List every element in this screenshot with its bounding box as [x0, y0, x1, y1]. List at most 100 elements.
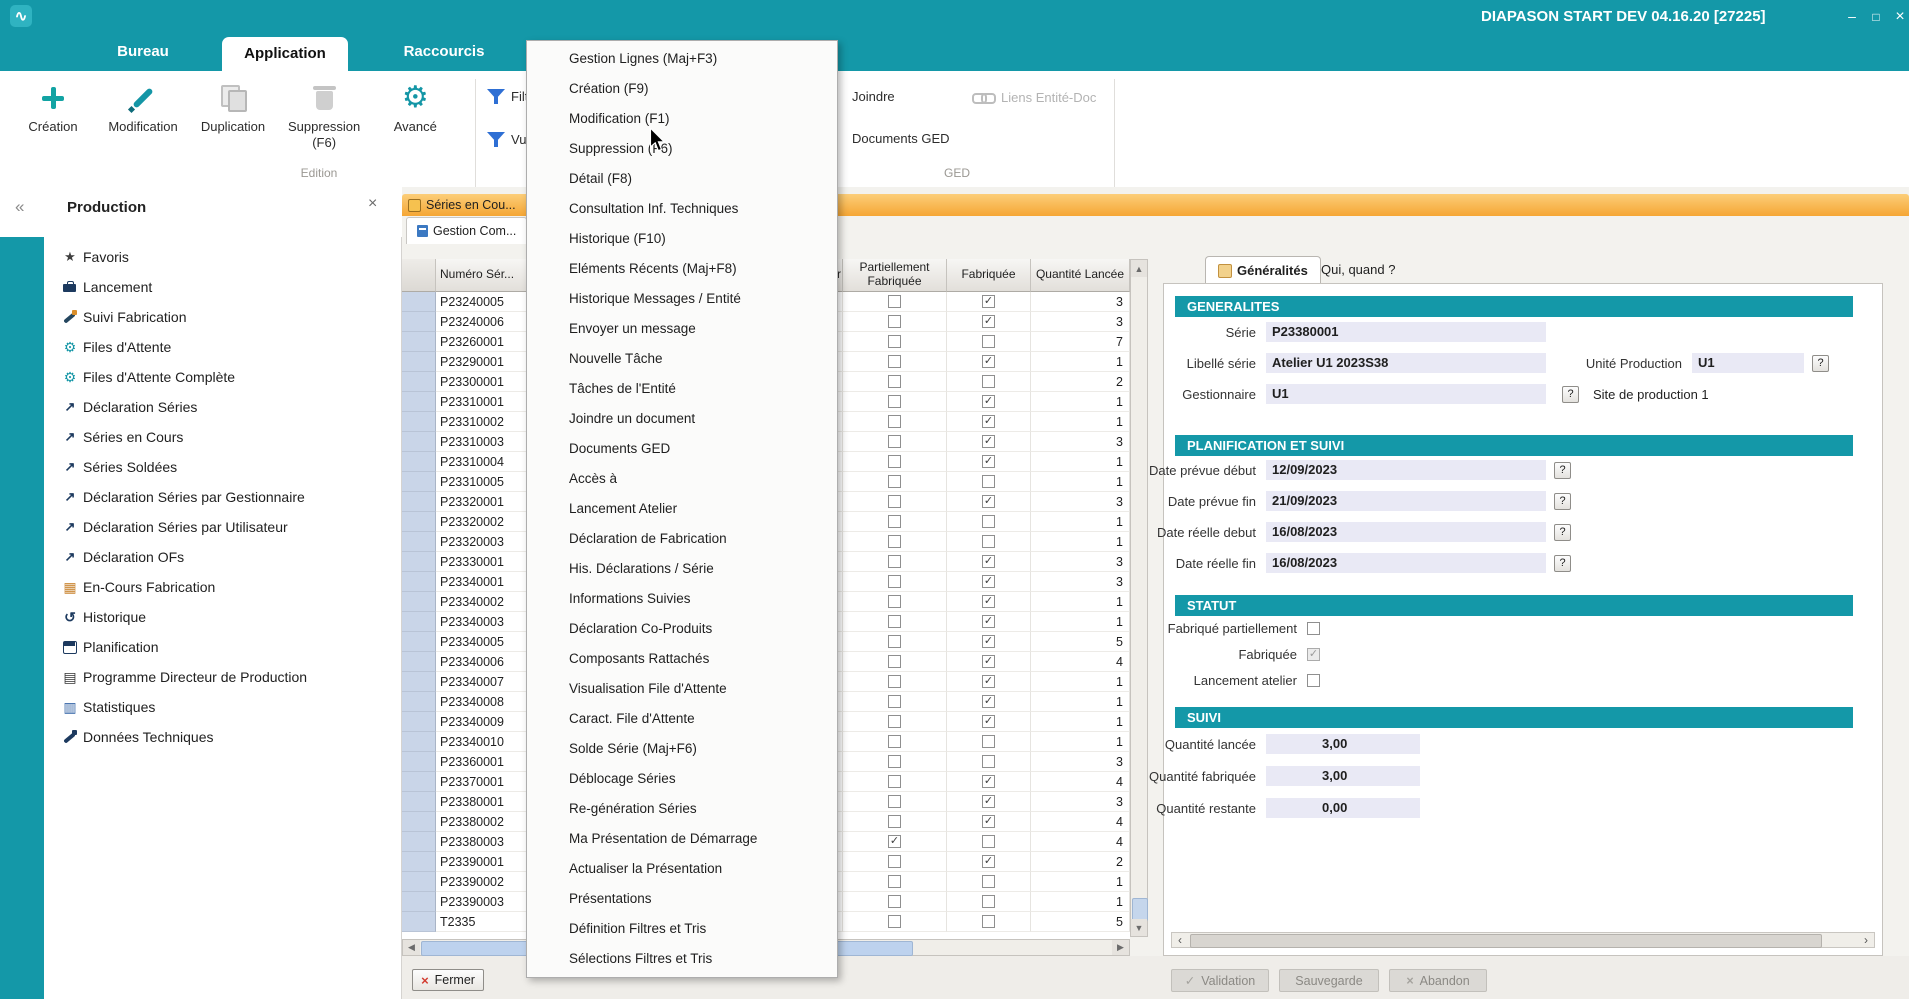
row-gutter[interactable] — [402, 312, 436, 332]
tree-item[interactable]: Séries Soldées — [44, 452, 401, 482]
cell-partiellement[interactable] — [843, 692, 947, 712]
row-gutter[interactable] — [402, 612, 436, 632]
context-menu-item[interactable]: Modification (F1) — [530, 104, 834, 134]
fabriquee-checkbox[interactable] — [982, 735, 995, 748]
panel-horizontal-scrollbar[interactable] — [1171, 932, 1875, 948]
fabriquee-checkbox[interactable] — [982, 315, 995, 328]
partiellement-checkbox[interactable] — [888, 595, 901, 608]
tree-item[interactable]: Programme Directeur de Production — [44, 662, 401, 692]
abandon-button[interactable]: Abandon — [1389, 969, 1487, 992]
context-menu-item[interactable]: Lancement Atelier — [530, 494, 834, 524]
cell-fabriquee[interactable] — [947, 492, 1031, 512]
partiellement-checkbox[interactable] — [888, 875, 901, 888]
row-gutter[interactable] — [402, 712, 436, 732]
toolbar-button[interactable]: Modification — [98, 77, 188, 151]
cell-numero-serie[interactable]: P23240006 — [436, 312, 527, 332]
tree-item[interactable]: Files d'Attente — [44, 332, 401, 362]
validation-button[interactable]: Validation — [1171, 969, 1269, 992]
cell-fabriquee[interactable] — [947, 532, 1031, 552]
partiellement-checkbox[interactable] — [888, 755, 901, 768]
fabriquee-checkbox[interactable] — [982, 595, 995, 608]
cell-fabriquee[interactable] — [947, 512, 1031, 532]
cell-numero-serie[interactable]: P23340006 — [436, 652, 527, 672]
tree-item[interactable]: Statistiques — [44, 692, 401, 722]
row-gutter[interactable] — [402, 372, 436, 392]
toolbar-button[interactable]: Avancé — [370, 77, 460, 151]
rail-icon[interactable] — [0, 392, 44, 438]
help-button[interactable]: ? — [1554, 493, 1571, 510]
cell-quantite[interactable]: 4 — [1031, 832, 1130, 852]
tree-item[interactable]: Lancement — [44, 272, 401, 302]
quantite-field[interactable]: 3,00 — [1266, 766, 1420, 786]
fabriquee-checkbox[interactable] — [982, 355, 995, 368]
sidebar-close-icon[interactable] — [368, 195, 377, 213]
documents-ged-button[interactable]: Documents GED — [852, 131, 950, 146]
fabriquee-checkbox[interactable] — [982, 715, 995, 728]
row-gutter[interactable] — [402, 872, 436, 892]
header-fabriquee[interactable]: Fabriquée — [947, 259, 1031, 292]
statut-checkbox[interactable] — [1307, 648, 1320, 661]
tree-item[interactable]: Files d'Attente Complète — [44, 362, 401, 392]
row-gutter[interactable] — [402, 432, 436, 452]
context-menu-item[interactable]: Informations Suivies — [530, 584, 834, 614]
statut-checkbox[interactable] — [1307, 674, 1320, 687]
close-icon[interactable] — [1889, 0, 1909, 33]
cell-numero-serie[interactable]: P23240005 — [436, 292, 527, 312]
fabriquee-checkbox[interactable] — [982, 415, 995, 428]
cell-numero-serie[interactable]: P23370001 — [436, 772, 527, 792]
fabriquee-checkbox[interactable] — [982, 915, 995, 928]
partiellement-checkbox[interactable] — [888, 775, 901, 788]
cell-partiellement[interactable] — [843, 532, 947, 552]
row-gutter[interactable] — [402, 452, 436, 472]
cell-partiellement[interactable] — [843, 812, 947, 832]
cell-partiellement[interactable] — [843, 912, 947, 932]
date-field[interactable]: 12/09/2023 — [1266, 460, 1546, 480]
cell-quantite[interactable]: 3 — [1031, 432, 1130, 452]
cell-numero-serie[interactable]: P23340002 — [436, 592, 527, 612]
partiellement-checkbox[interactable] — [888, 335, 901, 348]
cell-numero-serie[interactable]: P23310001 — [436, 392, 527, 412]
tree-item[interactable]: Suivi Fabrication — [44, 302, 401, 332]
cell-fabriquee[interactable] — [947, 752, 1031, 772]
cell-fabriquee[interactable] — [947, 712, 1031, 732]
cell-quantite[interactable]: 3 — [1031, 292, 1130, 312]
quantite-field[interactable]: 3,00 — [1266, 734, 1420, 754]
tab-generalites[interactable]: Généralités — [1205, 256, 1321, 284]
panel-scroll-thumb[interactable] — [1190, 934, 1822, 948]
help-button[interactable]: ? — [1554, 524, 1571, 541]
scroll-up-icon[interactable] — [1131, 260, 1147, 277]
scroll-right-icon[interactable] — [1112, 940, 1129, 955]
row-gutter[interactable] — [402, 912, 436, 932]
cell-fabriquee[interactable] — [947, 392, 1031, 412]
cell-numero-serie[interactable]: P23340007 — [436, 672, 527, 692]
context-menu-item[interactable]: Définition Filtres et Tris — [530, 914, 834, 944]
cell-quantite[interactable]: 5 — [1031, 912, 1130, 932]
maximize-icon[interactable] — [1865, 0, 1887, 33]
sauvegarde-button[interactable]: Sauvegarde — [1279, 969, 1379, 992]
partiellement-checkbox[interactable] — [888, 835, 901, 848]
partiellement-checkbox[interactable] — [888, 375, 901, 388]
fabriquee-checkbox[interactable] — [982, 555, 995, 568]
rail-icon[interactable] — [0, 526, 44, 572]
gestionnaire-field[interactable]: U1 — [1266, 384, 1546, 404]
row-gutter[interactable] — [402, 652, 436, 672]
cell-partiellement[interactable] — [843, 592, 947, 612]
cell-partiellement[interactable] — [843, 892, 947, 912]
context-menu-item[interactable]: Historique Messages / Entité — [530, 284, 834, 314]
cell-partiellement[interactable] — [843, 612, 947, 632]
context-menu-item[interactable]: Détail (F8) — [530, 164, 834, 194]
row-gutter[interactable] — [402, 832, 436, 852]
cell-numero-serie[interactable]: P23320001 — [436, 492, 527, 512]
fabriquee-checkbox[interactable] — [982, 675, 995, 688]
row-gutter[interactable] — [402, 852, 436, 872]
cell-quantite[interactable]: 1 — [1031, 412, 1130, 432]
partiellement-checkbox[interactable] — [888, 295, 901, 308]
tab-application[interactable]: Application — [222, 37, 348, 71]
date-field[interactable]: 16/08/2023 — [1266, 553, 1546, 573]
partiellement-checkbox[interactable] — [888, 575, 901, 588]
date-field[interactable]: 16/08/2023 — [1266, 522, 1546, 542]
rail-icon[interactable] — [0, 459, 44, 505]
cell-fabriquee[interactable] — [947, 792, 1031, 812]
cell-fabriquee[interactable] — [947, 612, 1031, 632]
fabriquee-checkbox[interactable] — [982, 435, 995, 448]
